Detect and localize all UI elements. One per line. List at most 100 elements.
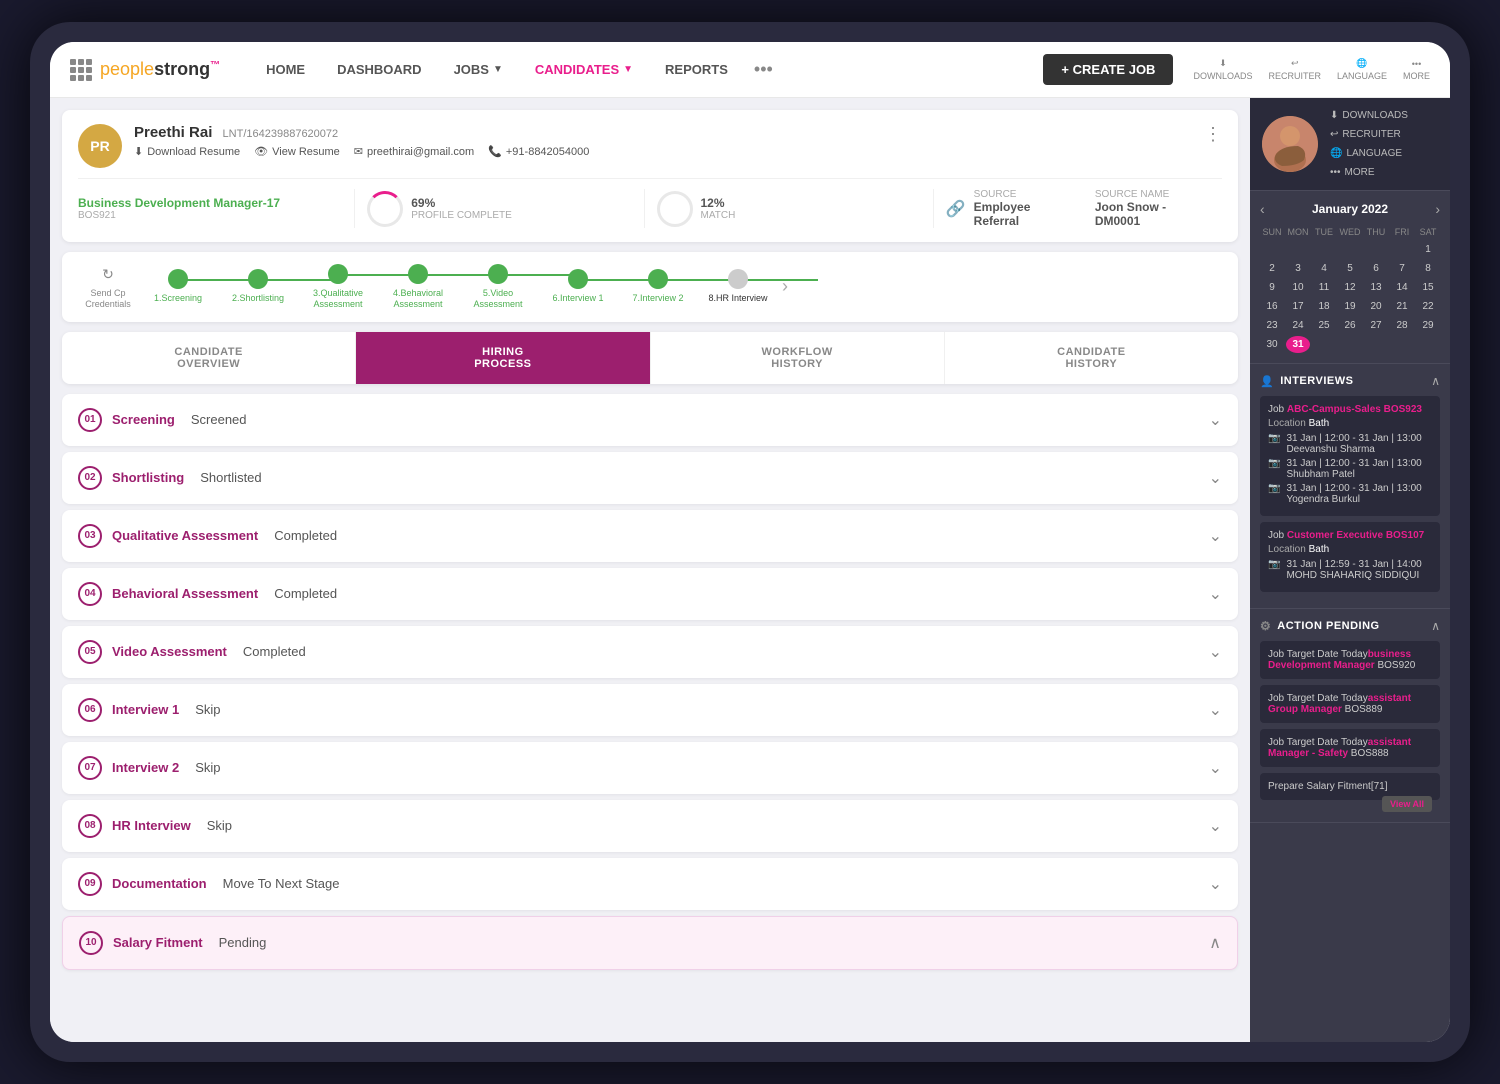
interview-slot-2: 📷 31 Jan | 12:00 - 31 Jan | 13:00Shubham… xyxy=(1268,458,1432,480)
pipeline-step-screening[interactable]: 1.Screening xyxy=(138,269,218,304)
recruiter-button[interactable]: ↩ RECRUITER xyxy=(1268,58,1321,81)
cal-day-2[interactable]: 2 xyxy=(1260,260,1284,277)
calendar-grid: SUN MON TUE WED THU FRI SAT xyxy=(1260,225,1440,353)
step-number: 09 xyxy=(78,872,102,896)
cal-day-5[interactable]: 5 xyxy=(1338,260,1362,277)
video-icon: 📷 xyxy=(1268,559,1280,570)
cal-day-9[interactable]: 9 xyxy=(1260,279,1284,296)
process-item-documentation[interactable]: 09 Documentation Move To Next Stage ⌄ xyxy=(62,858,1238,910)
language-action[interactable]: 🌐 LANGUAGE xyxy=(1330,148,1408,159)
interviews-collapse-button[interactable]: ∧ xyxy=(1431,374,1440,388)
video-icon: 📷 xyxy=(1268,458,1280,469)
logo-grid-icon xyxy=(70,59,92,81)
process-name: Interview 2 xyxy=(112,760,179,775)
cal-day-30[interactable]: 30 xyxy=(1260,336,1284,353)
downloads-action[interactable]: ⬇ DOWNLOADS xyxy=(1330,110,1408,121)
calendar-prev-button[interactable]: ‹ xyxy=(1260,201,1265,217)
cal-day-13[interactable]: 13 xyxy=(1364,279,1388,296)
process-item-hr-interview[interactable]: 08 HR Interview Skip ⌄ xyxy=(62,800,1238,852)
step-number: 03 xyxy=(78,524,102,548)
cal-day-31-today[interactable]: 31 xyxy=(1286,336,1310,353)
cal-day-12[interactable]: 12 xyxy=(1338,279,1362,296)
view-resume-link[interactable]: 👁 View Resume xyxy=(254,145,340,158)
cal-day-7[interactable]: 7 xyxy=(1390,260,1414,277)
pipeline-step-shortlisting[interactable]: 2.Shortlisting xyxy=(218,269,298,304)
action-card-1: Job Target Date Todaybusiness Developmen… xyxy=(1260,641,1440,679)
process-item-salary-fitment[interactable]: 10 Salary Fitment Pending ∧ xyxy=(62,916,1238,970)
pipeline-step-hr[interactable]: 8.HR Interview xyxy=(698,269,778,304)
calendar-next-button[interactable]: › xyxy=(1435,201,1440,217)
cal-day-14[interactable]: 14 xyxy=(1390,279,1414,296)
pipeline-step-video[interactable]: 5.VideoAssessment xyxy=(458,264,538,310)
action-job-name-3: assistant Manager - Safety xyxy=(1268,737,1411,759)
cal-day-1[interactable]: 1 xyxy=(1416,241,1440,258)
process-item-interview1[interactable]: 06 Interview 1 Skip ⌄ xyxy=(62,684,1238,736)
language-button[interactable]: 🌐 LANGUAGE xyxy=(1337,58,1387,81)
more-action[interactable]: ••• MORE xyxy=(1330,167,1408,178)
process-list: 01 Screening Screened ⌄ 02 Shortlisting … xyxy=(62,394,1238,970)
cal-day-4[interactable]: 4 xyxy=(1312,260,1336,277)
cal-day-28[interactable]: 28 xyxy=(1390,317,1414,334)
process-item-behavioral[interactable]: 04 Behavioral Assessment Completed ⌄ xyxy=(62,568,1238,620)
pipeline-step-behavioral[interactable]: 4.BehavioralAssessment xyxy=(378,264,458,310)
cal-day-6[interactable]: 6 xyxy=(1364,260,1388,277)
process-status: Shortlisted xyxy=(200,470,261,485)
cal-day-25[interactable]: 25 xyxy=(1312,317,1336,334)
email-link[interactable]: ✉ preethirai@gmail.com xyxy=(354,145,474,158)
chevron-down-icon: ⌄ xyxy=(1209,816,1222,836)
cal-header-tue: TUE xyxy=(1312,225,1336,239)
downloads-button[interactable]: ⬇ DOWNLOADS xyxy=(1193,58,1252,81)
cal-day-24[interactable]: 24 xyxy=(1286,317,1310,334)
recruiter-action[interactable]: ↩ RECRUITER xyxy=(1330,129,1408,140)
cal-day-11[interactable]: 11 xyxy=(1312,279,1336,296)
cal-day-3[interactable]: 3 xyxy=(1286,260,1310,277)
cal-day-21[interactable]: 21 xyxy=(1390,298,1414,315)
cal-day-18[interactable]: 18 xyxy=(1312,298,1336,315)
pipeline-step-interview2[interactable]: 7.Interview 2 xyxy=(618,269,698,304)
tab-candidate-overview[interactable]: CANDIDATEOVERVIEW xyxy=(62,332,356,384)
cal-day-19[interactable]: 19 xyxy=(1338,298,1362,315)
process-item-video[interactable]: 05 Video Assessment Completed ⌄ xyxy=(62,626,1238,678)
cal-day-27[interactable]: 27 xyxy=(1364,317,1388,334)
download-icon: ⬇ xyxy=(1219,58,1227,69)
cal-day-29[interactable]: 29 xyxy=(1416,317,1440,334)
phone-link[interactable]: 📞 +91-8842054000 xyxy=(488,145,589,158)
cal-day-17[interactable]: 17 xyxy=(1286,298,1310,315)
step-number: 05 xyxy=(78,640,102,664)
view-all-button[interactable]: View All xyxy=(1382,796,1432,812)
action-pending-collapse-button[interactable]: ∧ xyxy=(1431,619,1440,633)
pipeline-step-send-cp[interactable]: ↻ Send CpCredentials xyxy=(78,264,138,310)
process-item-qualitative[interactable]: 03 Qualitative Assessment Completed ⌄ xyxy=(62,510,1238,562)
nav-reports[interactable]: REPORTS xyxy=(649,42,744,98)
logo[interactable]: peoplestrong™ xyxy=(70,59,220,81)
cal-day-20[interactable]: 20 xyxy=(1364,298,1388,315)
more-button[interactable]: ••• MORE xyxy=(1403,59,1430,81)
step-number: 02 xyxy=(78,466,102,490)
nav-dashboard[interactable]: DASHBOARD xyxy=(321,42,438,98)
cal-day-26[interactable]: 26 xyxy=(1338,317,1362,334)
nav-jobs[interactable]: JOBS ▼ xyxy=(438,42,519,98)
process-item-screening[interactable]: 01 Screening Screened ⌄ xyxy=(62,394,1238,446)
download-resume-link[interactable]: ⬇ Download Resume xyxy=(134,145,240,158)
profile-complete-stat: 69% Profile Complete xyxy=(355,189,644,228)
pipeline-step-qualitative[interactable]: 3.QualitativeAssessment xyxy=(298,264,378,310)
cal-day-23[interactable]: 23 xyxy=(1260,317,1284,334)
tab-hiring-process[interactable]: HIRINGPROCESS xyxy=(356,332,650,384)
avatar: PR xyxy=(78,124,122,168)
nav-home[interactable]: HOME xyxy=(250,42,321,98)
process-item-shortlisting[interactable]: 02 Shortlisting Shortlisted ⌄ xyxy=(62,452,1238,504)
cal-day-8[interactable]: 8 xyxy=(1416,260,1440,277)
pipeline-step-interview1[interactable]: 6.Interview 1 xyxy=(538,269,618,304)
nav-more-dots[interactable]: ••• xyxy=(744,59,783,80)
cal-day-10[interactable]: 10 xyxy=(1286,279,1310,296)
process-status: Move To Next Stage xyxy=(223,876,340,891)
tab-workflow-history[interactable]: WORKFLOWHISTORY xyxy=(651,332,945,384)
more-options-icon[interactable]: ⋮ xyxy=(1204,124,1222,145)
nav-candidates[interactable]: CANDIDATES ▼ xyxy=(519,42,649,98)
cal-day-16[interactable]: 16 xyxy=(1260,298,1284,315)
cal-day-22[interactable]: 22 xyxy=(1416,298,1440,315)
tab-candidate-history[interactable]: CANDIDATEHISTORY xyxy=(945,332,1238,384)
create-job-button[interactable]: + CREATE JOB xyxy=(1043,54,1173,85)
cal-day-15[interactable]: 15 xyxy=(1416,279,1440,296)
process-item-interview2[interactable]: 07 Interview 2 Skip ⌄ xyxy=(62,742,1238,794)
